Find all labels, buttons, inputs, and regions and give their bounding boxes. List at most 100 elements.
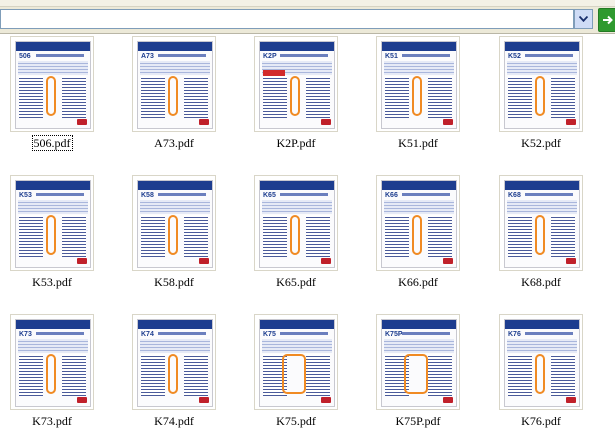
page-route-code: K76 (508, 331, 521, 338)
file-item[interactable]: K2P K2P.pdf (244, 36, 354, 161)
chevron-down-icon (579, 16, 588, 22)
file-thumbnail[interactable]: K66 (376, 175, 460, 271)
file-item[interactable]: 506 506.pdf (0, 36, 110, 161)
page-subtitle (402, 332, 450, 335)
page-table (140, 61, 210, 75)
page-footer-logo (443, 258, 453, 264)
file-thumbnail[interactable]: K75 (254, 314, 338, 410)
page-header-bar (16, 320, 90, 329)
page-stops-left (508, 354, 532, 396)
file-item[interactable]: K68 K68.pdf (489, 175, 599, 300)
file-name: K58.pdf (154, 275, 194, 289)
file-thumbnail[interactable]: K65 (254, 175, 338, 271)
page-table (507, 61, 577, 75)
page-stops-left (19, 215, 43, 257)
page-footer-logo (199, 258, 209, 264)
page-route-line (535, 354, 545, 394)
page-stops-right (184, 215, 208, 257)
page-route-code: 506 (19, 53, 31, 60)
page-stops-left (141, 215, 165, 257)
file-item[interactable]: K66 K66.pdf (366, 175, 476, 300)
address-toolbar (0, 0, 615, 34)
file-item[interactable]: K73 K73.pdf (0, 314, 110, 439)
file-name: K76.pdf (521, 414, 561, 428)
page-route-code: K66 (385, 192, 398, 199)
page-route-line (168, 76, 178, 116)
pdf-thumbnail-icon: K74 (137, 319, 213, 407)
page-header-bar (382, 181, 456, 190)
file-item[interactable]: K75P K75P.pdf (366, 314, 476, 439)
file-item[interactable]: K51 K51.pdf (366, 36, 476, 161)
page-route-code: A73 (141, 53, 154, 60)
page-footer-logo (566, 397, 576, 403)
file-item[interactable]: A73 A73.pdf (122, 36, 232, 161)
page-route-code: K52 (508, 53, 521, 60)
page-subtitle (402, 54, 450, 57)
page-table (18, 200, 88, 214)
file-thumbnail[interactable]: 506 (10, 36, 94, 132)
address-dropdown-button[interactable] (574, 9, 593, 29)
file-name: 506.pdf (31, 135, 73, 151)
file-item[interactable]: K75 K75.pdf (244, 314, 354, 439)
file-name: K2P.pdf (276, 136, 316, 150)
page-subtitle (36, 332, 84, 335)
page-stops-left (385, 215, 409, 257)
page-subtitle (525, 332, 573, 335)
page-table (384, 200, 454, 214)
page-subtitle (280, 332, 328, 335)
file-item[interactable]: K76 K76.pdf (489, 314, 599, 439)
file-name: K75.pdf (276, 414, 316, 428)
file-item[interactable]: K53 K53.pdf (0, 175, 110, 300)
page-footer-logo (443, 397, 453, 403)
pdf-thumbnail-icon: K68 (504, 180, 580, 268)
page-header-bar (505, 42, 579, 51)
page-table (18, 339, 88, 353)
page-footer-logo (566, 258, 576, 264)
file-thumbnail[interactable]: K52 (499, 36, 583, 132)
page-stops-right (551, 76, 575, 118)
file-thumbnail[interactable]: A73 (132, 36, 216, 132)
page-header-bar (260, 42, 334, 51)
page-stops-right (428, 215, 452, 257)
page-footer-logo (443, 119, 453, 125)
page-route-code: K65 (263, 192, 276, 199)
file-thumbnail[interactable]: K74 (132, 314, 216, 410)
file-thumbnail[interactable]: K73 (10, 314, 94, 410)
page-route-code: K2P (263, 53, 277, 60)
page-stops-right (551, 215, 575, 257)
file-name: A73.pdf (154, 136, 194, 150)
page-subtitle (280, 193, 328, 196)
page-subtitle (402, 193, 450, 196)
page-stops-left (19, 76, 43, 118)
file-thumbnail[interactable]: K76 (499, 314, 583, 410)
address-field[interactable] (0, 9, 574, 29)
page-footer-logo (321, 258, 331, 264)
page-footer-logo (77, 397, 87, 403)
page-subtitle (36, 193, 84, 196)
page-route-line (404, 354, 428, 394)
file-thumbnail[interactable]: K68 (499, 175, 583, 271)
file-name: K66.pdf (398, 275, 438, 289)
file-thumbnail[interactable]: K75P (376, 314, 460, 410)
file-item[interactable]: K65 K65.pdf (244, 175, 354, 300)
page-header-bar (138, 42, 212, 51)
page-route-line (282, 354, 306, 394)
file-name: K65.pdf (276, 275, 316, 289)
page-header-bar (16, 181, 90, 190)
file-item[interactable]: K52 K52.pdf (489, 36, 599, 161)
go-button[interactable] (598, 8, 615, 32)
file-item[interactable]: K58 K58.pdf (122, 175, 232, 300)
file-thumbnail[interactable]: K53 (10, 175, 94, 271)
page-subtitle (525, 54, 573, 57)
page-route-line (535, 76, 545, 116)
page-route-code: K68 (508, 192, 521, 199)
file-name: K74.pdf (154, 414, 194, 428)
page-stops-left (19, 354, 43, 396)
file-item[interactable]: K74 K74.pdf (122, 314, 232, 439)
file-thumbnail[interactable]: K51 (376, 36, 460, 132)
file-thumbnail[interactable]: K2P (254, 36, 338, 132)
file-thumbnail[interactable]: K58 (132, 175, 216, 271)
page-stops-right (62, 76, 86, 118)
pdf-thumbnail-icon: K75 (259, 319, 335, 407)
page-header-bar (138, 320, 212, 329)
